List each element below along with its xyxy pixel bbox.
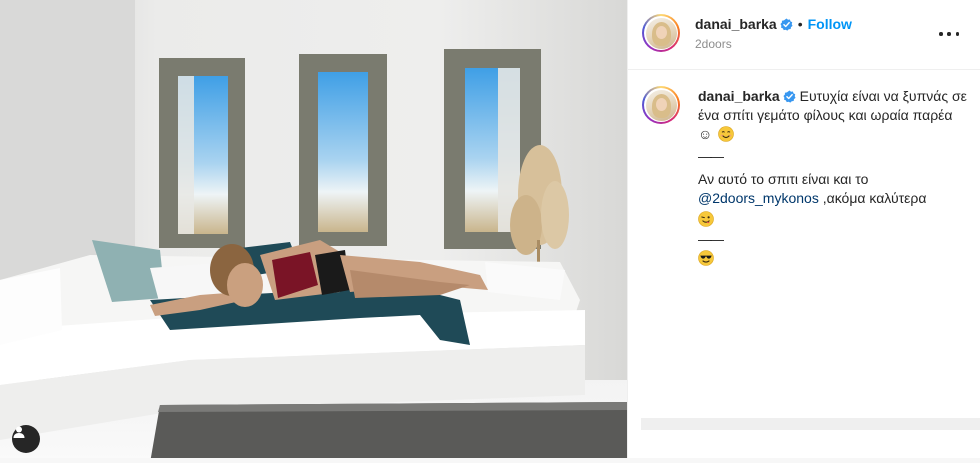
verified-badge-icon (780, 18, 793, 31)
page-bottom-strip (0, 458, 980, 463)
header-separator: • (797, 16, 803, 32)
user-tag-icon (13, 426, 25, 438)
caption-divider-2: —— (698, 231, 724, 247)
header-title-row: danai_barka • Follow (695, 16, 852, 34)
caption-line-2-suffix: ,ακόμα καλύτερα (818, 190, 927, 206)
author-avatar[interactable] (642, 14, 680, 52)
window-middle (299, 54, 387, 246)
photo-scene (0, 0, 627, 463)
caption-text: danai_barka Ευτυχία είναι να ξυπνάς σε έ… (698, 87, 968, 268)
post-header: danai_barka • Follow 2doors (628, 0, 980, 70)
author-username[interactable]: danai_barka (695, 16, 777, 32)
caption-username[interactable]: danai_barka (698, 88, 780, 104)
post-location[interactable]: 2doors (695, 37, 732, 51)
sunglasses-face-icon (698, 250, 714, 266)
panel-bottom-bar (641, 418, 980, 430)
post-side-panel: danai_barka • Follow 2doors danai_barka Ε… (627, 0, 980, 463)
follow-button[interactable]: Follow (808, 16, 852, 32)
yum-face-icon (698, 211, 714, 227)
post-photo[interactable] (0, 0, 627, 463)
verified-badge-icon (783, 90, 796, 103)
window-left (159, 58, 245, 248)
caption-divider-1: —— (698, 148, 724, 164)
more-options-icon[interactable] (939, 27, 959, 41)
user-tag-button[interactable] (12, 425, 40, 453)
caption-line-2-prefix: Αν αυτό το σπιτι είναι και το (698, 171, 869, 187)
smiling-face-icon (718, 126, 734, 142)
caption-avatar[interactable] (642, 86, 680, 124)
mention-link[interactable]: @2doors_mykonos (698, 190, 819, 206)
